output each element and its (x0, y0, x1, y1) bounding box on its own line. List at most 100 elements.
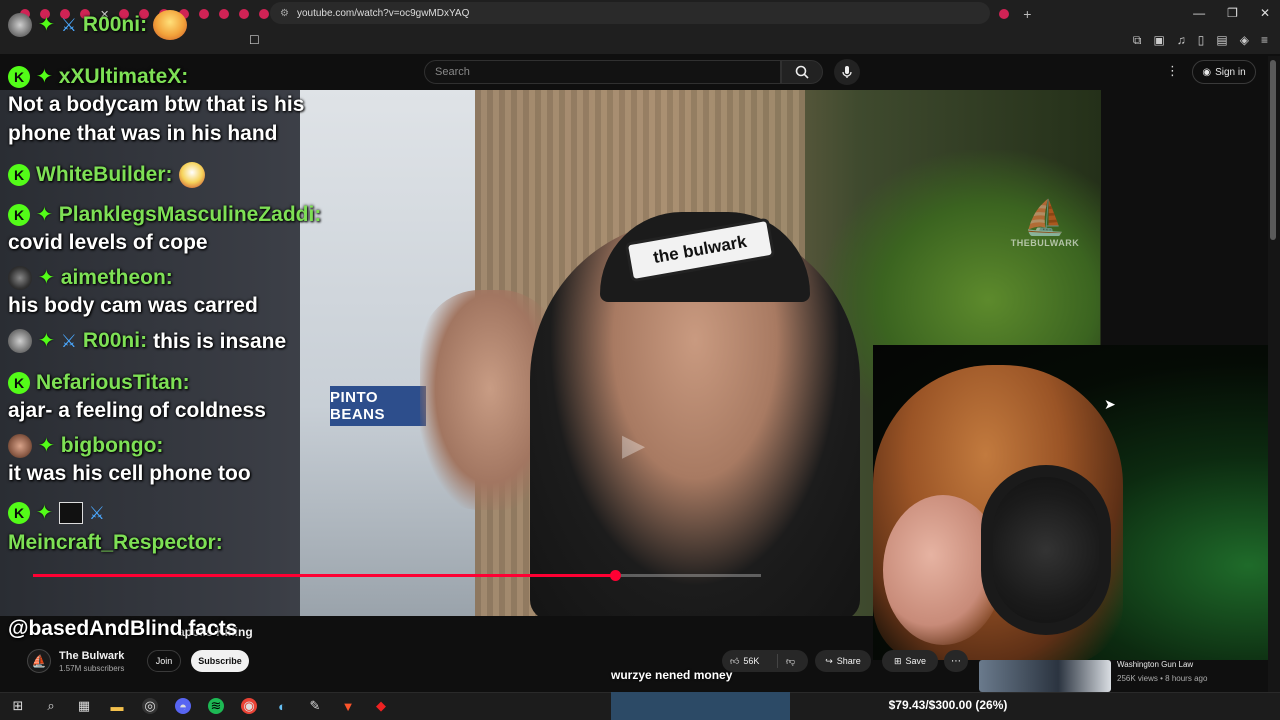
moderator-badge-icon: ⚔ (60, 331, 77, 351)
chat-username: aimetheon: (60, 266, 173, 289)
chrome-icon[interactable]: ◉ (241, 698, 257, 714)
stream-caption: wurzye nened money (611, 668, 733, 682)
video-progress-bar[interactable] (33, 570, 761, 581)
headphones (981, 465, 1111, 635)
discord-icon[interactable]: ◓ (175, 698, 191, 714)
bookmark-icon[interactable]: ☐ (249, 33, 260, 47)
chat-message-header: K NefariousTitan: (8, 370, 528, 396)
sidebar-icon[interactable]: ▯ (1198, 33, 1205, 48)
like-button[interactable]: 👍︎ 56K (722, 654, 778, 668)
sub-badge-icon: ✦ (36, 66, 53, 88)
sign-in-button[interactable]: ◉ Sign in (1192, 60, 1256, 84)
windows-start-icon[interactable]: ⊞ (10, 698, 26, 714)
save-label: Save (905, 656, 927, 666)
window-controls: — ❐ ✕ (1193, 6, 1270, 20)
kick-badge-icon: K (8, 502, 30, 524)
chat-message-text: Not a bodycam btw that is his phone that… (8, 93, 305, 145)
close-window-icon[interactable]: ✕ (1260, 6, 1270, 20)
search-button[interactable] (781, 60, 823, 84)
app-icon[interactable]: ✎ (307, 698, 323, 714)
extension-icons: ⧉ ▣ ♫ ▯ ▤ ◈ ≡ (1133, 33, 1268, 48)
restore-icon[interactable]: ❐ (1227, 6, 1238, 20)
channel-watermark: ⛵ THEBULWARK (1005, 198, 1085, 248)
spotify-icon[interactable]: ≋ (208, 698, 224, 714)
scrollbar-thumb[interactable] (1270, 60, 1276, 240)
extension-icon[interactable]: ⧉ (1133, 33, 1142, 48)
tab-favicon-icon[interactable] (199, 9, 210, 19)
moderator-badge-icon: ⚔ (60, 15, 77, 35)
task-view-icon[interactable]: ▦ (76, 698, 92, 714)
tab-favicon-icon[interactable] (219, 9, 230, 19)
chat-message-header: K WhiteBuilder: (8, 162, 528, 188)
chat-username: WhiteBuilder: (36, 163, 173, 186)
more-actions-button[interactable]: ⋯ (944, 650, 968, 672)
subscribe-button[interactable]: Subscribe (191, 650, 249, 672)
extension-icon[interactable]: ▣ (1153, 33, 1164, 48)
taskbar-icons: ⊞ ⌕ ▦ ▬ ◎ ◓ ≋ ◉ ◐ ✎ ▼ ◆ (10, 698, 389, 714)
recommended-video-meta: 256K views • 8 hours ago (1117, 674, 1208, 683)
site-info-icon[interactable]: ⚙ (280, 8, 289, 19)
file-explorer-icon[interactable]: ▬ (109, 698, 125, 714)
like-count: 56K (743, 656, 760, 666)
menu-icon[interactable]: ≡ (1261, 33, 1268, 48)
sub-badge-icon: ✦ (36, 204, 53, 226)
chat-message-header: ✦ ⚔ R00ni: this is insane (8, 328, 528, 354)
play-icon[interactable]: ▶ (622, 428, 645, 463)
ship-logo-icon: ⛵ (1023, 199, 1067, 237)
share-icon: ↪ (825, 655, 833, 666)
thumbs-down-icon: 👎︎ (786, 655, 796, 666)
browser-toolbar (0, 28, 1280, 54)
recommended-video-thumbnail[interactable] (979, 660, 1111, 692)
chat-message-top: ✦ ⚔ R00ni: (8, 10, 188, 40)
screen: ✕ + — ❐ ✕ ☐ ⚙ youtube.com/watch?v=oc9gwM… (0, 0, 1280, 720)
channel-name[interactable]: The Bulwark (59, 650, 124, 662)
kick-badge-icon: K (8, 372, 30, 394)
brave-icon[interactable]: ▼ (340, 698, 356, 714)
tab-favicon-icon[interactable] (239, 9, 250, 19)
chat-username: R00ni: (82, 329, 148, 352)
chat-message-text: @basedAndBlind facts (8, 617, 238, 640)
donation-goal-text: $79.43/$300.00 (26%) (888, 698, 1008, 712)
chat-message-header: K ✦ xXUltimateX: (8, 64, 528, 90)
address-bar[interactable]: ⚙ youtube.com/watch?v=oc9gwMDxYAQ (270, 2, 990, 24)
mouse-cursor-icon: ➤ (1104, 396, 1116, 412)
app-icon[interactable]: ◆ (373, 698, 389, 714)
join-button[interactable]: Join (147, 650, 181, 672)
sub-badge-icon: ✦ (38, 267, 55, 289)
sub-badge-icon: ✦ (36, 502, 53, 524)
user-avatar (8, 266, 32, 290)
channel-avatar[interactable]: ⛵ (27, 649, 51, 673)
broken-badge-image (58, 502, 83, 524)
search-icon[interactable]: ⌕ (43, 698, 59, 714)
donation-goal-bar (611, 692, 790, 720)
steam-icon[interactable]: ◐ (274, 698, 290, 714)
subscriber-count: 1.57M subscribers (59, 664, 125, 673)
url-text[interactable]: youtube.com/watch?v=oc9gwMDxYAQ (297, 8, 469, 19)
kick-badge-icon: K (8, 66, 30, 88)
tab-favicon-icon[interactable] (999, 9, 1010, 19)
chat-message-text: it was his cell phone too (8, 462, 251, 485)
dislike-button[interactable]: 👎︎ (778, 656, 795, 667)
minimize-icon[interactable]: — (1193, 6, 1205, 20)
kick-badge-icon: K (8, 164, 30, 186)
media-icon[interactable]: ♫ (1177, 33, 1186, 48)
recommended-video-title[interactable]: Washington Gun Law (1117, 660, 1193, 669)
voice-search-button[interactable] (834, 59, 860, 85)
chat-username: Meincraft_Respector: (8, 531, 223, 554)
save-button[interactable]: ⊞ Save (882, 650, 938, 672)
chat-username: NefariousTitan: (36, 371, 190, 394)
share-button[interactable]: ↪ Share (815, 650, 871, 672)
chat-message-text: this is insane (153, 329, 287, 353)
new-tab-icon[interactable]: + (1023, 6, 1031, 22)
user-avatar (8, 13, 32, 37)
user-avatar (8, 329, 32, 353)
sub-badge-icon: ✦ (38, 330, 55, 352)
wallet-icon[interactable]: ▤ (1216, 33, 1227, 48)
sub-badge-icon: ✦ (38, 14, 55, 36)
vpn-icon[interactable]: ◈ (1240, 33, 1249, 48)
emote-icon (153, 10, 188, 40)
user-avatar (8, 434, 32, 458)
settings-menu-icon[interactable]: ⋮ (1166, 63, 1179, 79)
obs-icon[interactable]: ◎ (142, 698, 158, 714)
tab-favicon-icon[interactable] (259, 9, 270, 19)
